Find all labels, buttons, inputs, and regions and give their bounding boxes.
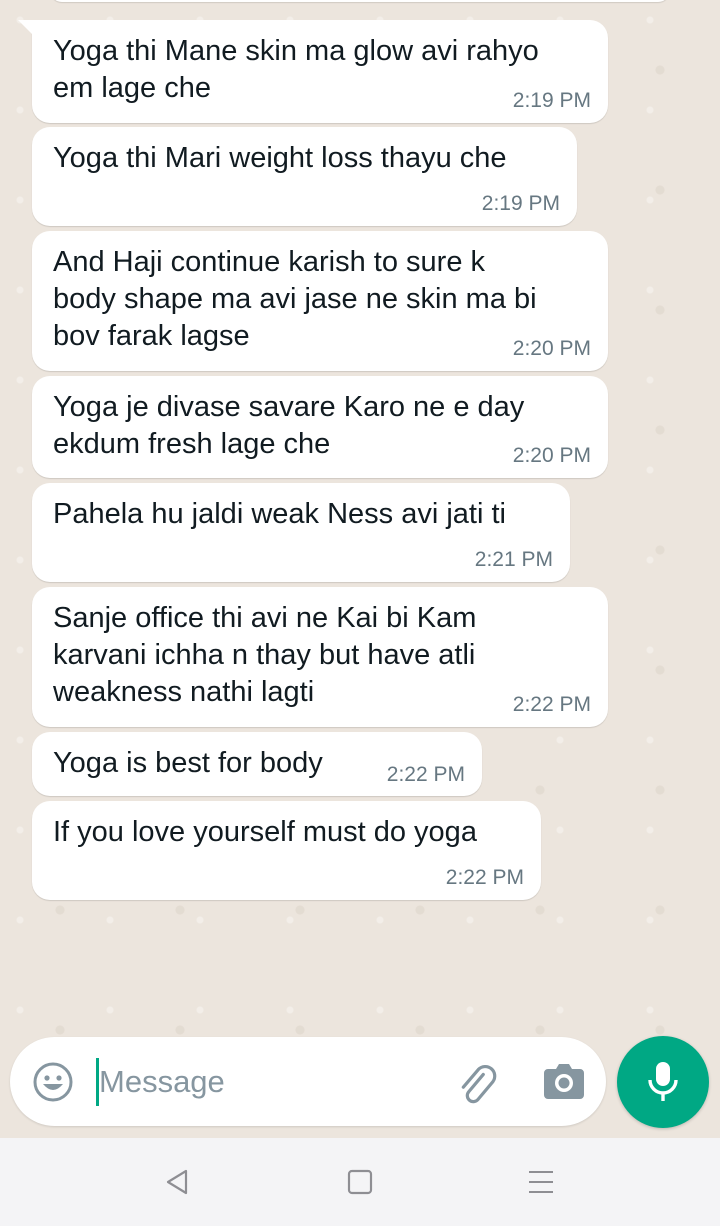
message-composer[interactable] [10, 1037, 606, 1126]
microphone-icon [648, 1062, 678, 1101]
bubble-tail [18, 20, 34, 36]
message-time: 2:22 PM [386, 763, 465, 786]
message-bubble[interactable]: Pahela hu jaldi weak Ness avi jati ti 2:… [32, 483, 570, 582]
message-bubble[interactable]: Sanje office thi avi ne Kai bi Kam karva… [32, 587, 608, 727]
message-time: 2:20 PM [512, 444, 591, 467]
back-triangle-icon[interactable] [164, 1168, 190, 1201]
message-time: 2:22 PM [445, 866, 524, 889]
microphone-button[interactable] [617, 1036, 709, 1128]
message-bubble[interactable]: Yoga is best for body 2:22 PM [32, 732, 482, 796]
camera-icon[interactable] [542, 1061, 586, 1103]
message-bubble[interactable]: Yoga je divase savare Karo ne e day ekdu… [32, 376, 608, 478]
message-text: Sanje office thi avi ne Kai bi Kam karva… [53, 602, 477, 708]
message-time: 2:19 PM [481, 192, 560, 215]
message-text: Yoga thi Mari weight loss thayu che [53, 142, 507, 174]
message-text: If you love yourself must do yoga [53, 816, 477, 848]
message-text: Yoga je divase savare Karo ne e day ekdu… [53, 391, 525, 460]
previous-message-bubble[interactable] [50, 0, 670, 2]
message-bubble[interactable]: If you love yourself must do yoga 2:22 P… [32, 801, 541, 900]
home-square-icon[interactable] [347, 1168, 373, 1201]
emoji-icon[interactable] [32, 1061, 74, 1103]
message-time: 2:22 PM [512, 693, 591, 716]
message-text: Pahela hu jaldi weak Ness avi jati ti [53, 498, 506, 530]
message-time: 2:21 PM [474, 548, 553, 571]
message-bubble[interactable]: Yoga thi Mari weight loss thayu che 2:19… [32, 127, 577, 226]
message-input[interactable] [99, 1057, 419, 1107]
message-time: 2:20 PM [512, 337, 591, 360]
message-time: 2:19 PM [512, 89, 591, 112]
system-navigation-bar [0, 1138, 720, 1226]
message-bubble[interactable]: Yoga thi Mane skin ma glow avi rahyo em … [18, 20, 608, 123]
message-bubble[interactable]: And Haji continue karish to sure k body … [32, 231, 608, 371]
paperclip-icon[interactable] [454, 1061, 500, 1105]
message-text: And Haji continue karish to sure k body … [53, 246, 537, 352]
menu-lines-icon[interactable] [527, 1168, 555, 1201]
message-text: Yoga thi Mane skin ma glow avi rahyo em … [53, 35, 539, 104]
